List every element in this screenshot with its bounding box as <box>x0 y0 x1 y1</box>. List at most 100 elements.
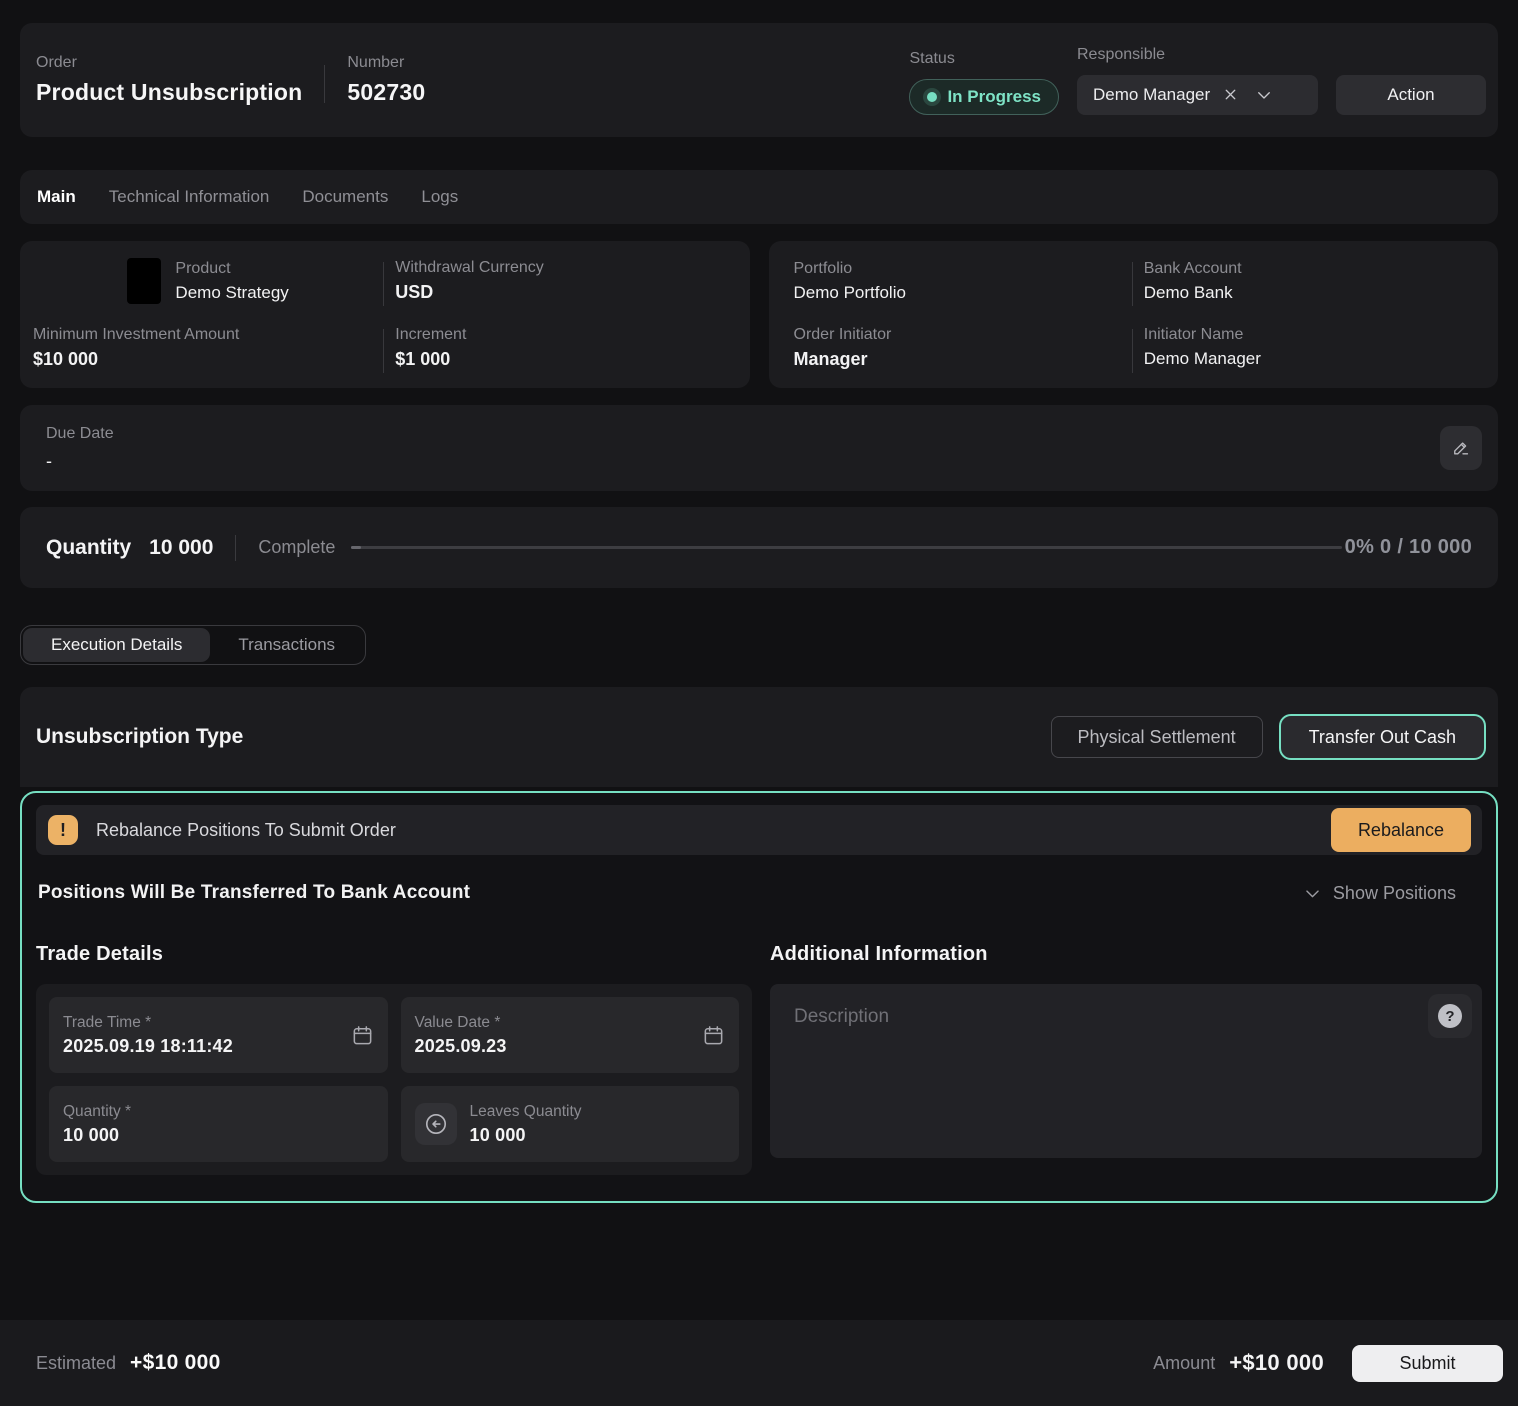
minimum-investment-label: Minimum Investment Amount <box>33 326 383 344</box>
status-block: Status In Progress <box>909 50 1059 115</box>
show-positions-toggle[interactable]: Show Positions <box>1303 883 1456 904</box>
quantity-divider <box>235 535 236 561</box>
quantity-field[interactable]: Quantity * 10 000 <box>49 1086 388 1162</box>
question-mark-icon: ? <box>1438 1004 1462 1028</box>
initiator-name-label: Initiator Name <box>1144 326 1482 344</box>
trade-details-column: Trade Details Trade Time * 2025.09.19 18… <box>36 943 752 1175</box>
due-date-label: Due Date <box>46 425 114 443</box>
status-label: Status <box>909 50 1059 68</box>
responsible-value: Demo Manager <box>1093 85 1210 105</box>
action-button[interactable]: Action <box>1336 75 1486 115</box>
increment-value: $1 000 <box>395 349 733 370</box>
order-label: Order <box>36 54 302 72</box>
tab-execution-details[interactable]: Execution Details <box>23 628 210 662</box>
quantity-field-label: Quantity * <box>63 1103 374 1121</box>
trade-time-field[interactable]: Trade Time * 2025.09.19 18:11:42 <box>49 997 388 1073</box>
unsubscription-type-card: Unsubscription Type Physical Settlement … <box>20 687 1498 787</box>
order-initiator-value: Manager <box>794 349 1132 370</box>
quantity-value: 10 000 <box>149 536 213 560</box>
tab-main[interactable]: Main <box>37 187 76 207</box>
bank-account-value: Demo Bank <box>1144 283 1482 303</box>
progress-bar <box>351 546 1341 549</box>
number-field: Number 502730 <box>347 54 425 106</box>
due-date-card: Due Date - <box>20 405 1498 491</box>
footer-bar: Estimated +$10 000 Amount +$10 000 Submi… <box>0 1320 1518 1406</box>
info-cards-row: Product Demo Strategy Withdrawal Currenc… <box>20 241 1498 388</box>
order-title: Product Unsubscription <box>36 79 302 106</box>
edit-due-date-button[interactable] <box>1440 426 1482 470</box>
status-value: In Progress <box>947 87 1041 107</box>
bank-account-label: Bank Account <box>1144 260 1482 278</box>
quantity-field-value: 10 000 <box>63 1125 374 1146</box>
value-date-value: 2025.09.23 <box>415 1036 695 1057</box>
tab-technical-information[interactable]: Technical Information <box>109 187 270 207</box>
rebalance-message: Rebalance Positions To Submit Order <box>96 820 396 841</box>
order-number: 502730 <box>347 79 425 106</box>
warning-icon: ! <box>48 815 78 845</box>
value-date-field[interactable]: Value Date * 2025.09.23 <box>401 997 740 1073</box>
copy-leaves-quantity-button[interactable] <box>415 1103 457 1145</box>
product-value: Demo Strategy <box>175 283 288 303</box>
complete-label: Complete <box>258 537 335 558</box>
tab-transactions[interactable]: Transactions <box>210 628 363 662</box>
order-initiator-label: Order Initiator <box>794 326 1132 344</box>
quantity-progress-card: Quantity 10 000 Complete 0% 0 / 10 000 <box>20 507 1498 588</box>
number-label: Number <box>347 54 425 72</box>
description-input[interactable] <box>770 984 1482 1158</box>
withdrawal-currency-label: Withdrawal Currency <box>395 259 733 277</box>
portfolio-value: Demo Portfolio <box>794 283 1132 303</box>
withdrawal-currency-value: USD <box>395 282 733 303</box>
leaves-quantity-field: Leaves Quantity 10 000 <box>401 1086 740 1162</box>
portfolio-label: Portfolio <box>794 260 1132 278</box>
amount-value: +$10 000 <box>1229 1350 1324 1376</box>
physical-settlement-button[interactable]: Physical Settlement <box>1051 716 1263 758</box>
order-header-card: Order Product Unsubscription Number 5027… <box>20 23 1498 137</box>
leaves-quantity-label: Leaves Quantity <box>470 1103 726 1121</box>
value-date-label: Value Date * <box>415 1014 695 1032</box>
positions-row: Positions Will Be Transferred To Bank Ac… <box>36 882 1456 904</box>
status-dot-icon <box>927 92 937 102</box>
show-positions-label: Show Positions <box>1333 883 1456 904</box>
leaves-quantity-value: 10 000 <box>470 1125 726 1146</box>
transfer-out-cash-button[interactable]: Transfer Out Cash <box>1279 714 1486 760</box>
header-right: Status In Progress Responsible Demo Mana… <box>909 46 1486 115</box>
withdrawal-currency-cell: Withdrawal Currency USD <box>383 256 733 307</box>
calendar-icon[interactable] <box>351 1024 374 1047</box>
responsible-block: Responsible Demo Manager <box>1077 46 1318 115</box>
tab-logs[interactable]: Logs <box>421 187 458 207</box>
amount-label: Amount <box>1153 1353 1215 1374</box>
header-divider <box>324 65 325 103</box>
product-label: Product <box>175 260 288 278</box>
page-content: Order Product Unsubscription Number 5027… <box>0 0 1518 1203</box>
calendar-icon[interactable] <box>702 1024 725 1047</box>
progress-bar-fill <box>351 546 361 549</box>
description-help-button[interactable]: ? <box>1428 994 1472 1038</box>
positions-title: Positions Will Be Transferred To Bank Ac… <box>38 882 470 904</box>
increment-cell: Increment $1 000 <box>383 323 733 374</box>
transfer-out-cash-section: ! Rebalance Positions To Submit Order Re… <box>20 791 1498 1203</box>
initiator-name-value: Demo Manager <box>1144 349 1482 369</box>
description-box: ? <box>770 984 1482 1158</box>
unsubscription-type-title: Unsubscription Type <box>36 725 243 749</box>
chevron-down-icon[interactable] <box>1255 86 1273 104</box>
product-thumbnail <box>127 258 161 304</box>
quantity-label: Quantity <box>46 536 131 560</box>
responsible-label: Responsible <box>1077 46 1318 64</box>
order-initiator-cell: Order Initiator Manager <box>782 323 1132 374</box>
submit-button[interactable]: Submit <box>1352 1345 1503 1382</box>
pencil-icon <box>1450 437 1472 459</box>
trade-details-card: Trade Time * 2025.09.19 18:11:42 <box>36 984 752 1175</box>
responsible-select[interactable]: Demo Manager <box>1077 75 1318 115</box>
portfolio-cell: Portfolio Demo Portfolio <box>782 256 1132 307</box>
arrow-left-circle-icon <box>423 1111 449 1137</box>
execution-tabs: Execution Details Transactions <box>20 625 366 665</box>
product-info-card: Product Demo Strategy Withdrawal Currenc… <box>20 241 750 388</box>
tab-documents[interactable]: Documents <box>302 187 388 207</box>
trade-details-title: Trade Details <box>36 943 752 966</box>
additional-information-title: Additional Information <box>770 943 1482 966</box>
detail-columns: Trade Details Trade Time * 2025.09.19 18… <box>36 943 1482 1175</box>
close-icon[interactable] <box>1222 86 1239 103</box>
order-page: Order Product Unsubscription Number 5027… <box>0 0 1518 1406</box>
rebalance-button[interactable]: Rebalance <box>1331 808 1471 852</box>
minimum-investment-cell: Minimum Investment Amount $10 000 <box>33 323 383 374</box>
